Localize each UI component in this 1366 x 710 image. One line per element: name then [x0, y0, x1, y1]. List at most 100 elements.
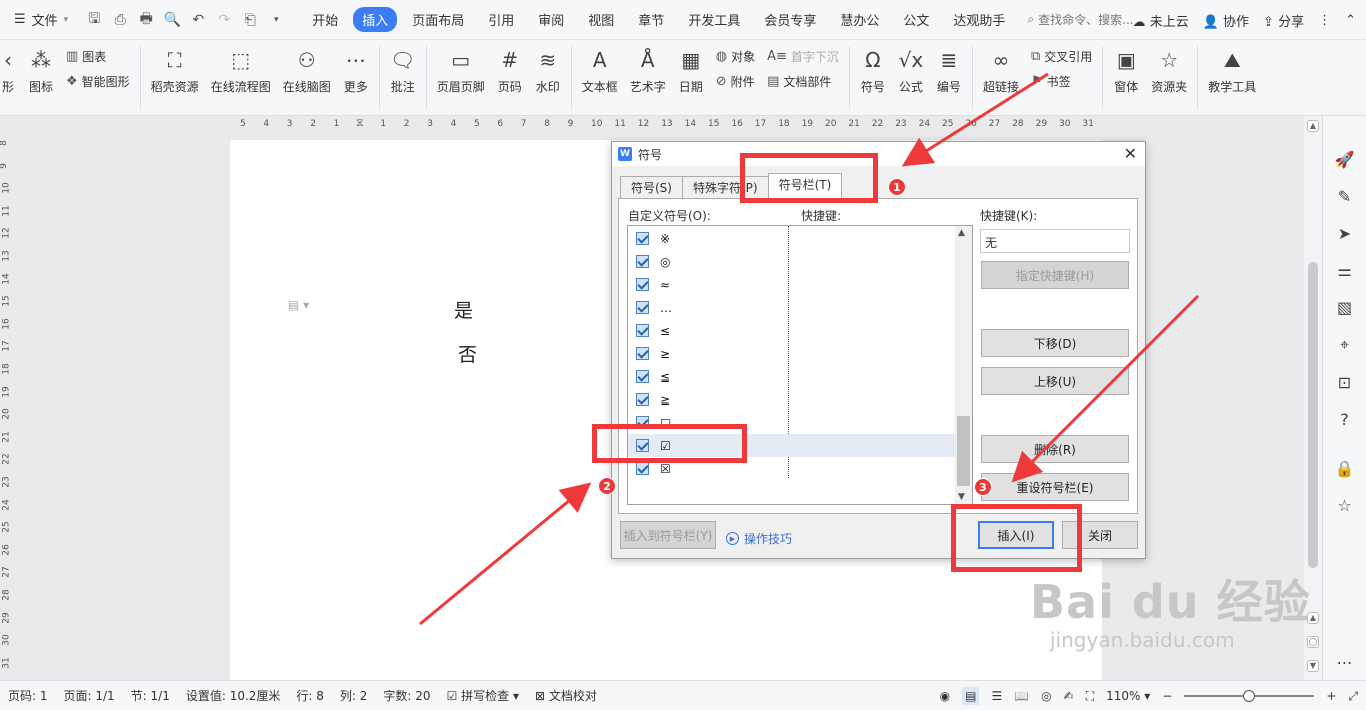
status-row[interactable]: 行: 8	[288, 687, 332, 704]
status-page[interactable]: 页面: 1/1	[56, 687, 123, 704]
tab-view[interactable]: 视图	[579, 7, 623, 32]
image-icon[interactable]: ▧	[1335, 298, 1355, 317]
zoom-slider[interactable]	[1184, 690, 1315, 702]
doc-text-line-2[interactable]: 否	[458, 340, 477, 367]
symbol-enabled-checkbox[interactable]	[636, 462, 649, 475]
attachment-button[interactable]: ⊘ 附件	[716, 73, 755, 90]
more-dots-icon[interactable]: ⋯	[1335, 653, 1355, 672]
ribbon-watermark[interactable]: ≋ 水印	[529, 46, 567, 95]
move-up-button[interactable]: 上移(U)	[981, 367, 1129, 395]
symbol-list-row[interactable]: ≦	[628, 365, 956, 388]
paragraph-handle-icon[interactable]: ▤ ▾	[288, 298, 309, 312]
doc-text-line-1[interactable]: 是	[454, 296, 473, 323]
dropcap-button[interactable]: A≡ 首字下沉	[767, 48, 839, 65]
chart-button[interactable]: ▥ 图表	[66, 48, 130, 65]
zoom-in-icon[interactable]: +	[1326, 689, 1336, 703]
symbol-list-row[interactable]: …	[628, 296, 956, 319]
symbol-list-scroll-thumb[interactable]	[957, 416, 970, 486]
ribbon-formula[interactable]: √x 公式	[892, 46, 930, 95]
cloud-status[interactable]: ☁ 未上云	[1133, 11, 1189, 30]
object-button[interactable]: ◍ 对象	[716, 48, 755, 65]
fullscreen-icon[interactable]: ⤢	[1348, 689, 1358, 704]
sliders-icon[interactable]: ⚌	[1335, 261, 1355, 280]
assign-shortcut-button[interactable]: 指定快捷键(H)	[981, 261, 1129, 289]
indent-marker-icon[interactable]: ⧖	[356, 116, 364, 130]
status-page-code[interactable]: 页码: 1	[0, 687, 56, 704]
ribbon-docer-resources[interactable]: ⛶ 稻壳资源	[145, 46, 205, 95]
collab-button[interactable]: 👤 协作	[1203, 11, 1249, 30]
scroll-up-arrow-icon[interactable]: ▲	[958, 228, 965, 238]
ribbon-textbox[interactable]: A 文本框	[576, 46, 624, 95]
print-preview-icon[interactable]: 🔍	[162, 12, 182, 28]
share-button[interactable]: ⇪ 分享	[1263, 11, 1304, 30]
ribbon-numbering[interactable]: ≣ 编号	[930, 46, 968, 95]
symbol-enabled-checkbox[interactable]	[636, 370, 649, 383]
status-section[interactable]: 节: 1/1	[123, 687, 178, 704]
close-icon[interactable]: ✕	[1124, 144, 1137, 163]
outline-view-icon[interactable]: ☰	[991, 689, 1002, 703]
scroll-next-page-icon[interactable]: ▼	[1307, 660, 1319, 672]
ribbon-icons[interactable]: ⁂ 图标	[22, 46, 60, 95]
move-down-button[interactable]: 下移(D)	[981, 329, 1129, 357]
symbol-enabled-checkbox[interactable]	[636, 232, 649, 245]
symbol-list-row[interactable]: ※	[628, 227, 956, 250]
tab-daguan-assistant[interactable]: 达观助手	[944, 7, 1014, 32]
ribbon-date[interactable]: ▦ 日期	[672, 46, 710, 95]
location-icon[interactable]: ⌖	[1335, 335, 1355, 355]
cursor-icon[interactable]: ➤	[1335, 224, 1355, 243]
symbol-list-row[interactable]: ≥	[628, 342, 956, 365]
symbol-list-row[interactable]: ≈	[628, 273, 956, 296]
pen-icon[interactable]: ✎	[1335, 187, 1355, 206]
ribbon-teaching-tools[interactable]: ⛰ 教学工具	[1202, 46, 1262, 95]
tab-review[interactable]: 审阅	[529, 7, 573, 32]
symbol-enabled-checkbox[interactable]	[636, 324, 649, 337]
customize-chevron-icon[interactable]: ▾	[266, 15, 286, 25]
doc-parts-button[interactable]: ▤ 文档部件	[767, 73, 839, 90]
proofread-button[interactable]: ⊠ 文档校对	[527, 687, 605, 704]
tab-developer[interactable]: 开发工具	[679, 7, 749, 32]
zoom-level[interactable]: 110% ▾	[1106, 689, 1150, 703]
scrollbar-thumb[interactable]	[1308, 262, 1318, 568]
symbol-enabled-checkbox[interactable]	[636, 255, 649, 268]
print-icon[interactable]: 🖶	[136, 8, 156, 32]
bookmark-button[interactable]: ⚑ 书签	[1031, 73, 1092, 90]
file-menu[interactable]: ☰ 文件 ▾	[0, 6, 78, 34]
ribbon-symbol[interactable]: Ω 符号	[854, 46, 892, 95]
symbol-list-row[interactable]: ◎	[628, 250, 956, 273]
rocket-icon[interactable]: 🚀	[1335, 150, 1355, 169]
reading-view-icon[interactable]: 📖	[1014, 689, 1029, 703]
insert-to-symbol-bar-button[interactable]: 插入到符号栏(Y)	[620, 521, 716, 549]
symbol-enabled-checkbox[interactable]	[636, 393, 649, 406]
eye-protection-icon[interactable]: ◉	[940, 689, 950, 703]
tab-home[interactable]: 开始	[303, 7, 347, 32]
tab-chapter[interactable]: 章节	[629, 7, 673, 32]
ribbon-form[interactable]: ▣ 窗体	[1107, 46, 1145, 95]
custom-symbol-list[interactable]: ▲ ▼ ※ ◎ ≈… ≤ ≥ ≦ ≧ □ ☑ ☒	[627, 225, 973, 505]
tab-smart-office[interactable]: 慧办公	[831, 7, 888, 32]
collapse-ribbon-icon[interactable]: ⌃	[1345, 13, 1356, 28]
ribbon-hyperlink[interactable]: ∞ 超链接	[977, 46, 1025, 95]
symbol-list-row[interactable]: ≧	[628, 388, 956, 411]
tab-references[interactable]: 引用	[479, 7, 523, 32]
ribbon-wordart[interactable]: Å 艺术字	[624, 46, 672, 95]
ribbon-header-footer[interactable]: ▭ 页眉页脚	[431, 46, 491, 95]
symbol-enabled-checkbox[interactable]	[636, 347, 649, 360]
more-menu-icon[interactable]: ⋮	[1318, 13, 1331, 28]
ribbon-more[interactable]: ⋯ 更多	[337, 46, 375, 95]
symbol-enabled-checkbox[interactable]	[636, 278, 649, 291]
tab-member[interactable]: 会员专享	[755, 7, 825, 32]
tab-official-doc[interactable]: 公文	[894, 7, 938, 32]
tab-symbols[interactable]: 符号(S)	[620, 176, 683, 198]
ribbon-comment[interactable]: 🗨 批注	[384, 46, 422, 95]
tab-page-layout[interactable]: 页面布局	[403, 7, 473, 32]
zoom-slider-knob[interactable]	[1243, 690, 1256, 702]
bookmark-star-icon[interactable]: ☆	[1335, 496, 1355, 515]
cross-ref-button[interactable]: ⧉ 交叉引用	[1031, 48, 1092, 65]
redo-icon[interactable]: ↷	[214, 12, 234, 28]
vertical-ruler[interactable]: 8 9 10 11 12 13 14 15 16 17 18 19 20 21 22 23 24 25 26 27 28…	[0, 134, 16, 680]
ribbon-shape-partial[interactable]: ‹ 形	[0, 46, 22, 95]
write-view-icon[interactable]: ✍	[1064, 689, 1074, 703]
fit-page-icon[interactable]: ⛶	[1086, 689, 1094, 704]
symbol-list-scrollbar[interactable]: ▲ ▼	[955, 226, 972, 504]
zoom-out-icon[interactable]: −	[1162, 689, 1172, 703]
